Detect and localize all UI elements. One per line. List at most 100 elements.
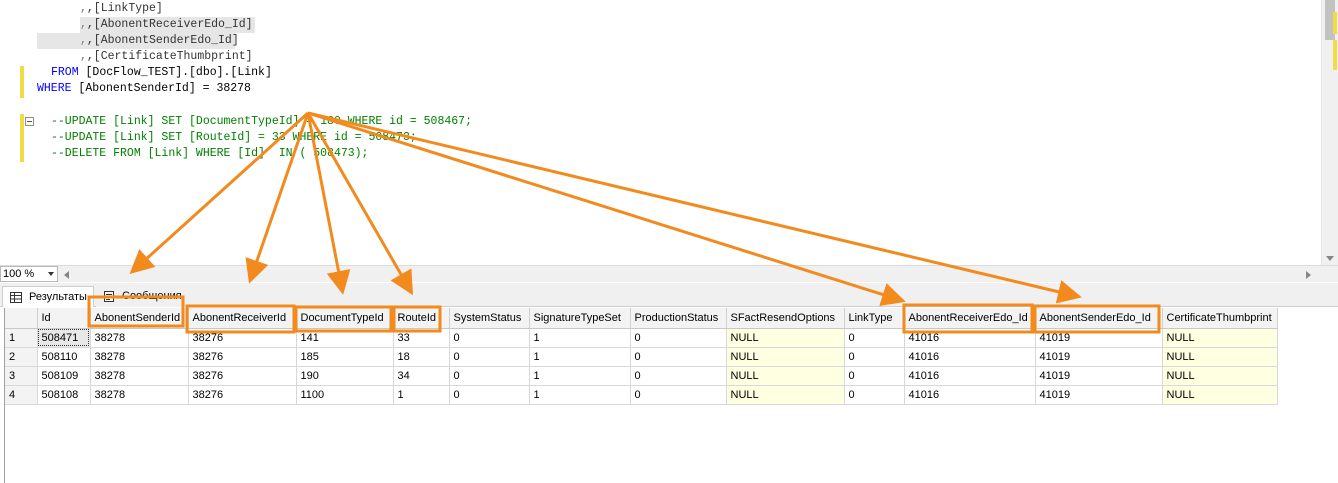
change-marker (20, 66, 24, 98)
grid-cell[interactable]: 1 (529, 385, 631, 405)
table-row[interactable]: 4 508108 38278 38276 1100 1 0 1 0 NULL 0… (5, 385, 1278, 405)
row-number[interactable]: 1 (5, 328, 38, 348)
grid-cell[interactable]: 1 (529, 366, 631, 386)
chevron-down-icon[interactable] (48, 272, 54, 276)
grid-cell[interactable]: 41016 (904, 328, 1036, 348)
grid-cell[interactable]: 508109 (37, 366, 91, 386)
column-header[interactable]: CertificateThumbprint (1162, 308, 1278, 329)
grid-cell[interactable]: NULL (726, 347, 845, 367)
table-row[interactable]: 2 508110 38278 38276 185 18 0 1 0 NULL 0… (5, 347, 1278, 367)
row-number[interactable]: 2 (5, 347, 38, 367)
tab-label: Сообщения (122, 290, 182, 302)
column-header[interactable]: AbonentSenderId (90, 308, 189, 329)
grid-cell[interactable]: 0 (630, 366, 727, 386)
column-header[interactable]: SignatureTypeSet (529, 308, 631, 329)
grid-cell[interactable]: 508108 (37, 385, 91, 405)
grid-cell[interactable]: 38276 (188, 328, 297, 348)
editor-vertical-scrollbar[interactable] (1321, 0, 1338, 265)
grid-cell[interactable]: 41016 (904, 347, 1036, 367)
grid-cell[interactable]: 0 (844, 366, 905, 386)
results-grid[interactable]: Id AbonentSenderId AbonentReceiverId Doc… (4, 308, 1338, 483)
grid-cell[interactable]: 0 (630, 328, 727, 348)
column-header[interactable]: AbonentReceiverEdo_Id (904, 308, 1036, 329)
grid-cell[interactable]: 0 (449, 347, 530, 367)
grid-cell[interactable]: 41016 (904, 385, 1036, 405)
grid-cell[interactable]: 1 (529, 347, 631, 367)
grid-cell[interactable]: 1100 (296, 385, 394, 405)
grid-cell[interactable]: NULL (1162, 347, 1278, 367)
column-header[interactable]: AbonentSenderEdo_Id (1035, 308, 1163, 329)
scroll-left-icon[interactable] (64, 271, 69, 279)
results-tab-strip: Результаты Сообщения (0, 283, 1338, 307)
grid-cell[interactable]: 1 (529, 328, 631, 348)
grid-cell[interactable]: 38278 (90, 347, 189, 367)
grid-cell[interactable]: 0 (844, 347, 905, 367)
scroll-change-marker (1333, 12, 1337, 34)
grid-cell[interactable]: 41019 (1035, 385, 1163, 405)
tab-messages[interactable]: Сообщения (96, 286, 188, 307)
messages-icon (104, 291, 114, 302)
grid-cell[interactable]: 38278 (90, 366, 189, 386)
grid-cell[interactable]: NULL (726, 328, 845, 348)
grid-cell[interactable]: 508110 (37, 347, 91, 367)
row-number[interactable]: 3 (5, 366, 38, 386)
row-number[interactable]: 4 (5, 385, 38, 405)
grid-cell[interactable]: NULL (726, 366, 845, 386)
grid-cell[interactable]: 38276 (188, 385, 297, 405)
grid-cell[interactable]: 38276 (188, 366, 297, 386)
grid-cell[interactable]: 38278 (90, 328, 189, 348)
grid-cell[interactable]: 41016 (904, 366, 1036, 386)
grid-icon (10, 292, 22, 303)
row-number-header[interactable] (5, 308, 38, 329)
collapse-toggle-icon[interactable] (25, 117, 34, 126)
grid-cell[interactable]: 33 (393, 328, 450, 348)
grid-cell[interactable]: 0 (449, 385, 530, 405)
grid-cell[interactable]: 190 (296, 366, 394, 386)
table-row[interactable]: 1 508471 38278 38276 141 33 0 1 0 NULL 0… (5, 328, 1278, 348)
grid-cell[interactable]: 18 (393, 347, 450, 367)
table-row[interactable]: 3 508109 38278 38276 190 34 0 1 0 NULL 0… (5, 366, 1278, 386)
grid-cell[interactable]: 41019 (1035, 328, 1163, 348)
tab-results[interactable]: Результаты (2, 286, 94, 307)
code-line: ,,[AbonentReceiverEdo_Id] (80, 18, 253, 31)
code-line: ,,[CertificateThumbprint] (80, 50, 253, 63)
grid-cell[interactable]: 185 (296, 347, 394, 367)
header-row: Id AbonentSenderId AbonentReceiverId Doc… (5, 308, 1278, 329)
grid-cell[interactable]: 0 (844, 385, 905, 405)
grid-cell[interactable]: 0 (449, 366, 530, 386)
grid-cell[interactable]: NULL (726, 385, 845, 405)
column-header[interactable]: SFactResendOptions (726, 308, 845, 329)
column-header[interactable]: DocumentTypeId (296, 308, 394, 329)
grid-cell[interactable]: 34 (393, 366, 450, 386)
scroll-right-icon[interactable] (1306, 271, 1311, 279)
grid-cell[interactable]: NULL (1162, 366, 1278, 386)
query-editor[interactable]: ,,[LinkType] ,,[AbonentReceiverEdo_Id] ,… (0, 0, 1338, 265)
zoom-select[interactable]: 100 % (0, 266, 58, 282)
column-header[interactable]: RouteId (393, 308, 450, 329)
grid-cell[interactable]: 38276 (188, 347, 297, 367)
code-line: ,,[AbonentSenderEdo_Id] (80, 34, 239, 47)
code-line: ,,[LinkType] (80, 2, 163, 15)
grid-cell[interactable]: 0 (630, 347, 727, 367)
grid-cell[interactable]: NULL (1162, 385, 1278, 405)
column-header[interactable]: LinkType (844, 308, 905, 329)
grid-cell[interactable]: 41019 (1035, 366, 1163, 386)
grid-cell[interactable]: 508471 (37, 328, 91, 348)
column-header[interactable]: AbonentReceiverId (188, 308, 297, 329)
code-line: WHERE [AbonentSenderId] = 38278 (37, 81, 251, 97)
grid-cell[interactable]: 0 (630, 385, 727, 405)
column-header[interactable]: Id (37, 308, 91, 329)
grid-cell[interactable]: NULL (1162, 328, 1278, 348)
tab-label: Результаты (29, 291, 87, 303)
grid-cell[interactable]: 0 (449, 328, 530, 348)
grid-cell[interactable]: 41019 (1035, 347, 1163, 367)
scroll-down-icon[interactable] (1326, 256, 1334, 261)
grid-cell[interactable]: 38278 (90, 385, 189, 405)
grid-cell[interactable]: 1 (393, 385, 450, 405)
column-header[interactable]: SystemStatus (449, 308, 530, 329)
column-header[interactable]: ProductionStatus (630, 308, 727, 329)
grid-cell[interactable]: 0 (844, 328, 905, 348)
grid-cell[interactable]: 141 (296, 328, 394, 348)
keyword: FROM (51, 66, 79, 79)
zoom-bar: 100 % (0, 265, 1338, 282)
